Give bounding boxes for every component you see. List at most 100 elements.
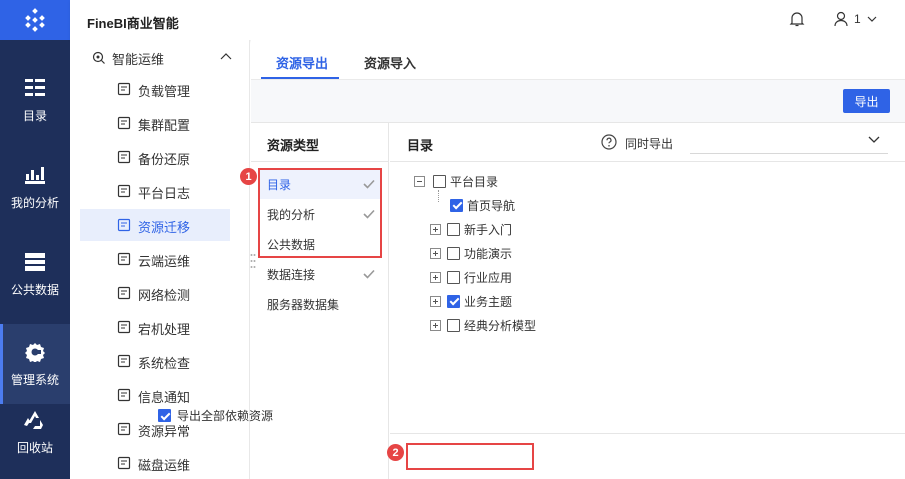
tree-checkbox[interactable]	[447, 246, 460, 260]
active-tab-indicator	[261, 77, 339, 79]
menu-group-label: 智能运维	[112, 51, 165, 67]
tree-checkbox[interactable]	[447, 294, 460, 308]
sidebar-item[interactable]: 负载管理	[80, 73, 230, 105]
sidebar-item[interactable]: 资源迁移	[80, 209, 230, 241]
catalog-header: 目录	[407, 138, 434, 153]
menu-group-smart-ops[interactable]: 智能运维	[92, 47, 232, 69]
collapse-toggle-icon[interactable]	[414, 175, 425, 187]
finebi-logo-icon	[25, 8, 45, 32]
nav-item-public-data[interactable]: 公共数据	[0, 234, 70, 314]
resource-type-item[interactable]: 服务器数据集	[259, 289, 381, 319]
message-icon	[117, 388, 131, 402]
resource-type-header: 资源类型	[267, 138, 320, 153]
resource-type-item[interactable]: 数据连接	[259, 259, 381, 289]
tree-checkbox[interactable]	[447, 318, 460, 332]
tree-node-label: 首页导航	[467, 198, 516, 213]
gear-icon	[24, 341, 46, 363]
analysis-chart-icon	[24, 164, 46, 186]
export-button[interactable]: 导出	[843, 89, 890, 113]
network-icon	[117, 286, 131, 300]
database-icon	[24, 251, 46, 273]
sidebar-item-label: 资源迁移	[138, 220, 191, 235]
tree-node-label: 经典分析模型	[464, 318, 537, 333]
tree-node-label: 业务主题	[464, 294, 513, 309]
sync-export-label: 同时导出	[625, 137, 674, 151]
sidebar-item-label: 集群配置	[138, 118, 191, 133]
nav-item-my-analysis[interactable]: 我的分析	[0, 147, 70, 227]
disk-icon	[117, 456, 131, 470]
sidebar-item[interactable]: 平台日志	[80, 175, 230, 207]
tree-checkbox[interactable]	[447, 270, 460, 284]
sidebar-item-label: 平台日志	[138, 186, 191, 201]
sidebar-item[interactable]: 备份还原	[80, 141, 230, 173]
user-name: 1	[854, 12, 861, 26]
sidebar-item[interactable]: 云端运维	[80, 243, 230, 275]
user-menu[interactable]: 1	[834, 11, 877, 27]
check-icon	[363, 269, 375, 279]
divider	[390, 161, 905, 162]
sidebar-item-label: 网络检测	[138, 288, 191, 303]
help-icon[interactable]	[601, 134, 617, 150]
resource-type-label: 数据连接	[267, 267, 316, 282]
nav-item-catalog[interactable]: 目录	[0, 60, 70, 140]
export-all-deps-label: 导出全部依赖资源	[177, 409, 274, 423]
highlight-box-export-all	[406, 443, 534, 470]
sidebar-item[interactable]: 宕机处理	[80, 311, 230, 343]
export-all-deps-checkbox[interactable]	[158, 409, 171, 422]
sidebar-item[interactable]: 磁盘运维	[80, 447, 230, 479]
system-check-icon	[117, 354, 131, 368]
sidebar-item[interactable]: 集群配置	[80, 107, 230, 139]
main-content: 资源导出 资源导入 导出 资源类型 目录 我的分析 公共数据 数据连接 服务器数据集 目…	[251, 40, 905, 479]
tree-node-row[interactable]: 业务主题	[430, 292, 512, 310]
calendar-log-icon	[117, 184, 131, 198]
divider	[251, 161, 389, 162]
sidebar-item-label: 负载管理	[138, 84, 191, 99]
chevron-down-icon	[867, 16, 877, 22]
expand-toggle-icon[interactable]	[430, 295, 441, 307]
expand-toggle-icon[interactable]	[430, 247, 441, 259]
tree-node-row[interactable]: 行业应用	[430, 268, 512, 286]
left-nav: 目录 我的分析 公共数据 管理系统 回收站	[0, 0, 70, 479]
tree-node-row[interactable]: 首页导航	[450, 196, 515, 214]
tree-node-row[interactable]: 经典分析模型	[430, 316, 536, 334]
sidebar-item-label: 备份还原	[138, 152, 191, 167]
app-logo[interactable]	[0, 0, 70, 40]
expand-toggle-icon[interactable]	[430, 223, 441, 235]
tree-node-row[interactable]: 功能演示	[430, 244, 512, 262]
cloud-ops-icon	[117, 252, 131, 266]
tree-node-row[interactable]: 新手入门	[430, 220, 512, 238]
tree-node-label: 功能演示	[464, 246, 513, 261]
tab-resource-import[interactable]: 资源导入	[364, 53, 416, 72]
tree-root-row[interactable]: 平台目录	[414, 172, 498, 190]
drag-handle-icon[interactable]	[250, 253, 256, 269]
resource-error-icon	[117, 422, 131, 436]
sync-export-select[interactable]	[690, 130, 888, 154]
tab-resource-export[interactable]: 资源导出	[276, 53, 328, 72]
sidebar-item-label: 宕机处理	[138, 322, 191, 337]
tree-checkbox[interactable]	[433, 174, 446, 188]
bell-icon[interactable]	[789, 11, 805, 27]
sidebar-item-label: 磁盘运维	[138, 458, 191, 473]
export-all-deps-row[interactable]: 导出全部依赖资源	[158, 407, 273, 424]
nav-label: 公共数据	[10, 282, 59, 297]
tree-node-label: 新手入门	[464, 222, 513, 237]
nav-label: 管理系统	[10, 372, 59, 387]
tree-checkbox[interactable]	[450, 198, 463, 212]
cluster-icon	[117, 116, 131, 130]
catalog-icon	[24, 77, 46, 99]
app-title: FineBI商业智能	[87, 16, 179, 31]
tree-node-label: 行业应用	[464, 270, 513, 285]
sidebar-item[interactable]: 网络检测	[80, 277, 230, 309]
highlight-box-resource-types	[258, 168, 382, 258]
sidebar-item[interactable]: 系统检查	[80, 345, 230, 377]
expand-toggle-icon[interactable]	[430, 271, 441, 283]
expand-toggle-icon[interactable]	[430, 319, 441, 331]
ops-icon	[92, 51, 105, 64]
nav-label: 目录	[22, 108, 47, 123]
chevron-down-icon	[868, 136, 880, 143]
tree-checkbox[interactable]	[447, 222, 460, 236]
nav-item-recycle[interactable]: 回收站	[0, 392, 70, 472]
sidebar-item-label: 云端运维	[138, 254, 191, 269]
sidebar-item-label: 系统检查	[138, 356, 191, 371]
migrate-icon	[117, 218, 131, 232]
